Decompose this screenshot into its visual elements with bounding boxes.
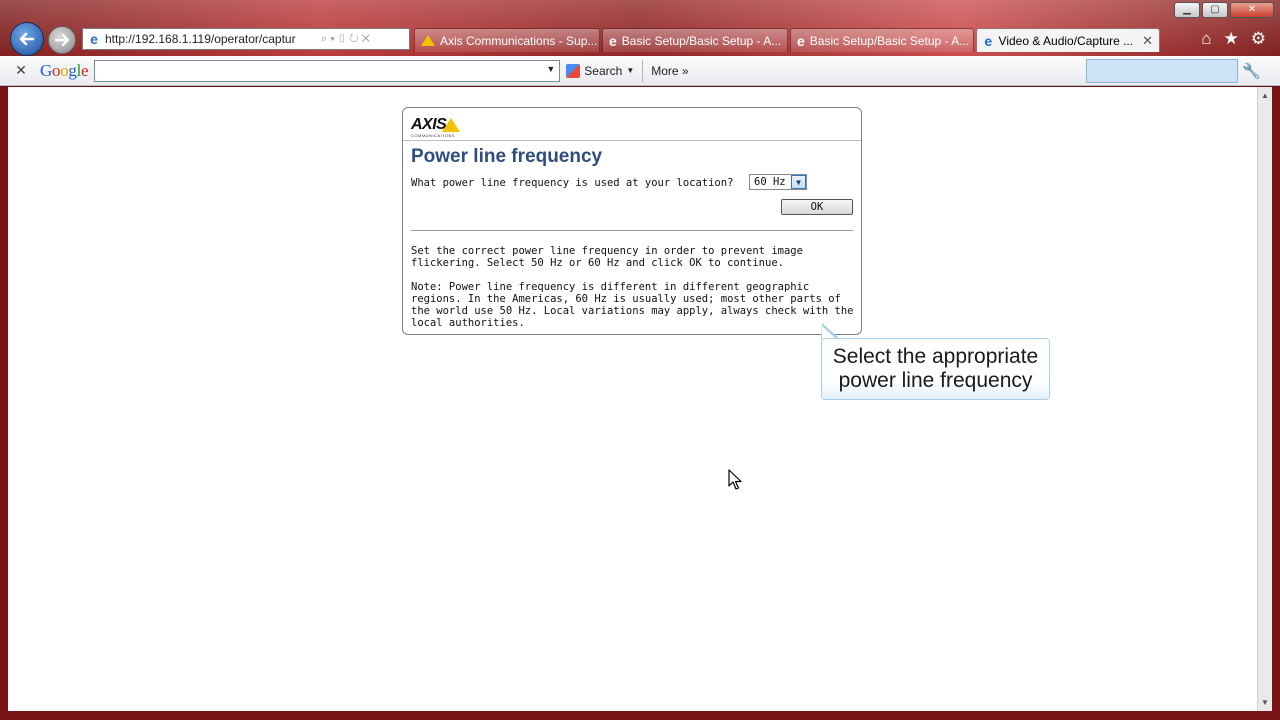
tab-axis-communications[interactable]: Axis Communications - Sup... bbox=[414, 28, 600, 52]
instruction-text: Set the correct power line frequency in … bbox=[411, 245, 803, 269]
dialog-header: AXIS COMMUNICATIONS bbox=[403, 108, 861, 141]
tab-basic-setup-1[interactable]: e Basic Setup/Basic Setup - A... bbox=[602, 28, 788, 52]
maximize-button[interactable]: ▢ bbox=[1202, 2, 1228, 18]
more-button[interactable]: More » bbox=[651, 64, 688, 78]
tab-label: Video & Audio/Capture ... bbox=[998, 33, 1134, 48]
address-text[interactable]: http://192.168.1.119/operator/captur bbox=[105, 32, 315, 46]
minimize-button[interactable]: ▁ bbox=[1174, 2, 1200, 18]
toolbar-divider bbox=[642, 59, 644, 82]
close-toolbar-icon[interactable]: ✕ bbox=[12, 62, 30, 79]
tab-basic-setup-2[interactable]: e Basic Setup/Basic Setup - A... bbox=[790, 28, 974, 52]
google-toolbar: ✕ Google ▼ Search ▼ More » 🔧 bbox=[0, 56, 1280, 86]
dialog-title: Power line frequency bbox=[411, 146, 603, 167]
scroll-down-icon[interactable]: ▼ bbox=[1261, 698, 1269, 707]
ok-button[interactable]: OK bbox=[781, 199, 853, 215]
command-icons: ⌂ ★ ⚙ bbox=[1201, 30, 1266, 48]
ie-icon: e bbox=[797, 32, 805, 49]
toolbar-right-field[interactable] bbox=[1086, 59, 1238, 83]
tab-video-audio-capture[interactable]: e Video & Audio/Capture ... ✕ bbox=[976, 28, 1160, 52]
tab-label: Axis Communications - Sup... bbox=[440, 33, 598, 48]
forward-button[interactable] bbox=[48, 26, 76, 54]
tab-strip: Axis Communications - Sup... e Basic Set… bbox=[414, 28, 1162, 52]
chevron-down-icon: ▼ bbox=[626, 66, 635, 75]
address-bar[interactable]: e http://192.168.1.119/operator/captur ⌕… bbox=[82, 28, 410, 50]
tab-label: Basic Setup/Basic Setup - A... bbox=[809, 33, 970, 48]
frequency-selected-value: 60 Hz bbox=[754, 176, 786, 188]
axis-logo-text: AXIS bbox=[411, 116, 447, 133]
window-frame-bottom bbox=[0, 711, 1280, 720]
instruction-callout: Select the appropriate power line freque… bbox=[821, 338, 1050, 400]
axis-logo: AXIS bbox=[411, 116, 461, 134]
google-logo: Google bbox=[40, 60, 89, 80]
axis-triangle-icon bbox=[442, 118, 461, 132]
scroll-up-icon[interactable]: ▲ bbox=[1261, 91, 1269, 100]
wrench-icon[interactable]: 🔧 bbox=[1242, 62, 1261, 80]
tab-label: Basic Setup/Basic Setup - A... bbox=[621, 33, 782, 48]
gear-icon[interactable]: ⚙ bbox=[1251, 30, 1266, 48]
arrow-left-icon bbox=[19, 32, 35, 46]
google-search-icon bbox=[566, 63, 581, 78]
ie-icon: e bbox=[609, 32, 617, 49]
callout-line-1: Select the appropriate bbox=[832, 345, 1039, 368]
frequency-question: What power line frequency is used at you… bbox=[411, 177, 734, 189]
search-label: Search bbox=[584, 63, 623, 78]
axis-favicon-icon bbox=[421, 35, 435, 46]
close-window-button[interactable]: ✕ bbox=[1230, 2, 1274, 18]
window-controls: ▁ ▢ ✕ bbox=[1174, 2, 1274, 18]
window-frame-right bbox=[1272, 87, 1280, 720]
arrow-right-icon bbox=[54, 33, 70, 47]
google-search-button[interactable]: Search ▼ bbox=[566, 63, 635, 78]
close-tab-icon[interactable]: ✕ bbox=[1142, 33, 1153, 49]
axis-logo-subtitle: COMMUNICATIONS bbox=[411, 133, 456, 138]
star-icon[interactable]: ★ bbox=[1224, 30, 1239, 48]
chevron-down-icon[interactable]: ▼ bbox=[546, 64, 555, 74]
callout-line-2: power line frequency bbox=[838, 369, 1033, 392]
mouse-cursor-icon bbox=[728, 469, 742, 490]
chevron-down-icon[interactable]: ▼ bbox=[791, 175, 806, 189]
address-tools-icons: ⌕ ▾ ▯ ↻ ✕ bbox=[321, 32, 371, 45]
vertical-scrollbar[interactable]: ▲ ▼ bbox=[1257, 87, 1272, 711]
frequency-select[interactable]: 60 Hz ▼ bbox=[749, 174, 807, 190]
power-line-frequency-dialog: AXIS COMMUNICATIONS Power line frequency… bbox=[402, 107, 862, 335]
ie-icon: e bbox=[984, 32, 993, 49]
google-search-input[interactable]: ▼ bbox=[94, 59, 561, 82]
dialog-divider bbox=[411, 230, 853, 231]
window-frame-left bbox=[0, 87, 8, 720]
ie-icon: e bbox=[90, 31, 98, 47]
note-text: Note: Power line frequency is different … bbox=[411, 281, 854, 329]
home-icon[interactable]: ⌂ bbox=[1201, 30, 1211, 48]
back-button[interactable] bbox=[10, 22, 44, 56]
